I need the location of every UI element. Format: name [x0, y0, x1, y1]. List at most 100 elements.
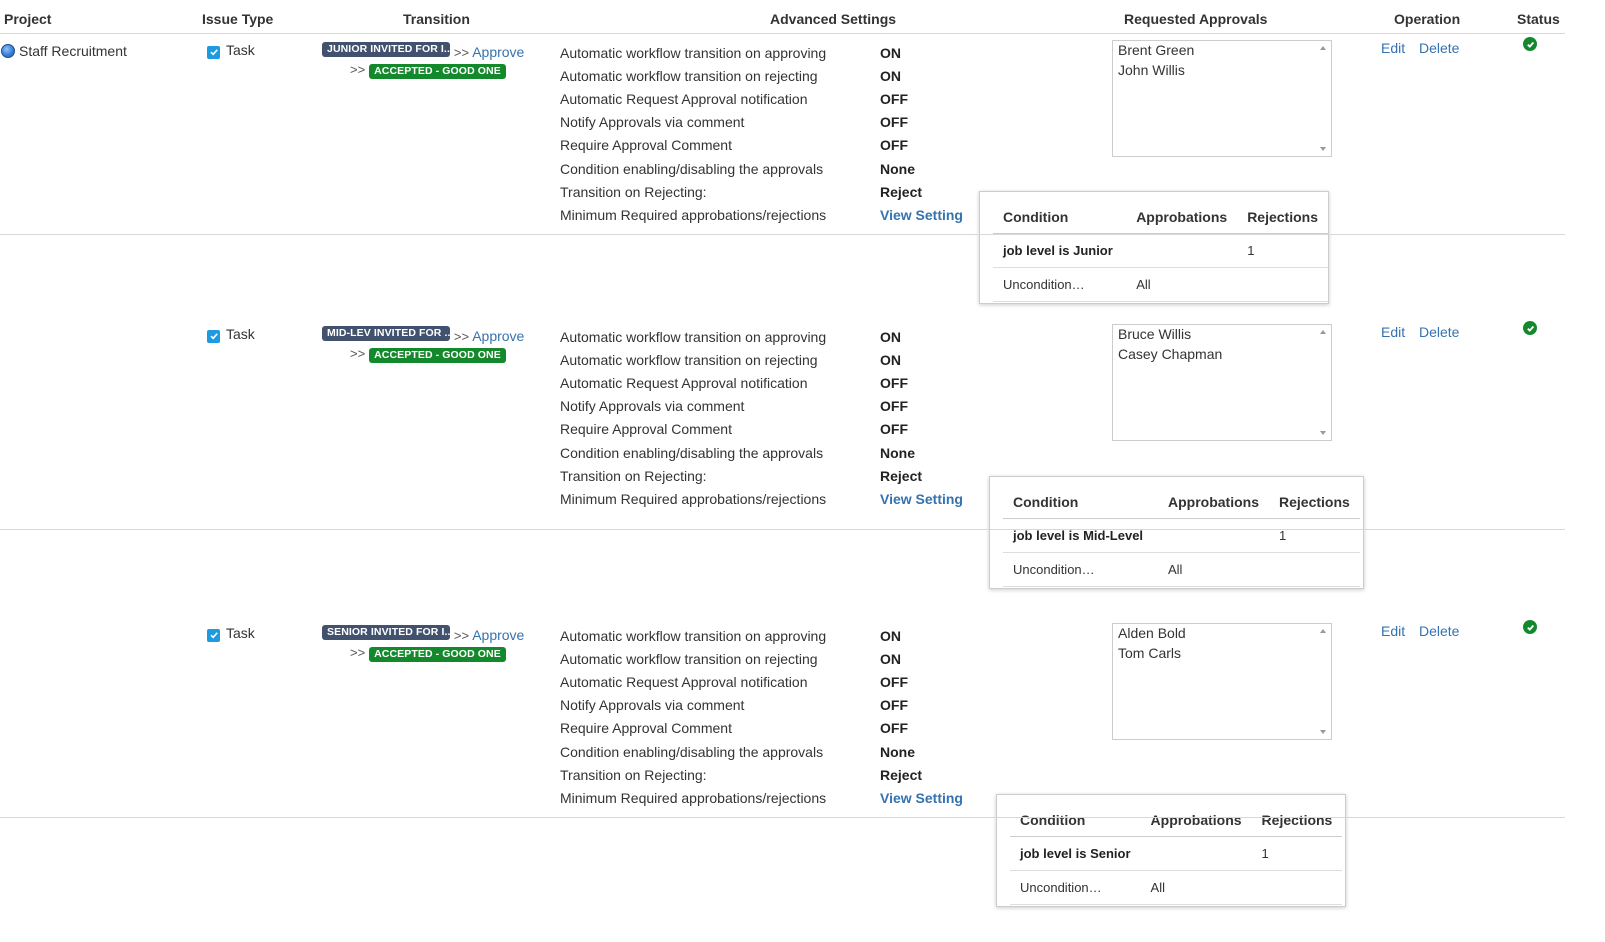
- table-header-row: Condition Approbations Rejections: [1003, 485, 1360, 519]
- scroll-down-icon[interactable]: [1320, 730, 1326, 734]
- setting-value: None: [880, 743, 915, 760]
- view-setting-link[interactable]: View Setting: [880, 204, 963, 227]
- task-icon: [207, 628, 220, 642]
- edit-link[interactable]: Edit: [1381, 324, 1405, 340]
- delete-link[interactable]: Delete: [1419, 40, 1459, 56]
- setting-value: ON: [880, 68, 901, 85]
- col-condition: Condition: [1003, 485, 1158, 519]
- listbox-scrollbar[interactable]: [1315, 624, 1331, 739]
- condition-cell: Uncondition…: [1010, 870, 1141, 905]
- rejections-cell: [1237, 267, 1328, 302]
- listbox-scrollbar[interactable]: [1315, 325, 1331, 440]
- setting-value: ON: [880, 45, 901, 61]
- setting-value: OFF: [880, 674, 908, 691]
- approvers-listbox[interactable]: Alden Bold Tom Carls: [1112, 623, 1332, 740]
- col-condition: Condition: [993, 200, 1127, 234]
- transition-arrow: >>: [453, 628, 470, 643]
- transition-approve-link[interactable]: Approve: [472, 627, 524, 643]
- setting-label: Notify Approvals via comment: [560, 398, 745, 415]
- transition-line-1: SENIOR INVITED FOR I... >> Approve: [322, 625, 524, 643]
- condition-cell: job level is Junior: [993, 233, 1127, 268]
- target-status-lozenge: ACCEPTED - GOOD ONE: [369, 647, 506, 662]
- approver-option[interactable]: Alden Bold: [1113, 624, 1331, 644]
- setting-value: OFF: [880, 375, 908, 392]
- scroll-up-icon[interactable]: [1320, 629, 1326, 633]
- setting-label: Require Approval Comment: [560, 421, 732, 438]
- setting-label: Automatic workflow transition on rejecti…: [560, 352, 818, 369]
- delete-link[interactable]: Delete: [1419, 623, 1459, 639]
- table-row: job level is Junior 1: [993, 233, 1328, 268]
- setting-label: Minimum Required approbations/rejections: [560, 789, 827, 806]
- setting-label: Automatic workflow transition on rejecti…: [560, 651, 818, 668]
- conditions-table: Condition Approbations Rejections job le…: [1010, 803, 1343, 905]
- view-setting-link[interactable]: View Setting: [880, 488, 963, 511]
- transition-approve-link[interactable]: Approve: [472, 44, 524, 60]
- approver-option[interactable]: Casey Chapman: [1113, 345, 1331, 365]
- scroll-up-icon[interactable]: [1320, 46, 1326, 50]
- approbations-cell: All: [1158, 552, 1269, 587]
- edit-link[interactable]: Edit: [1381, 623, 1405, 639]
- edit-link[interactable]: Edit: [1381, 40, 1405, 56]
- listbox-scrollbar[interactable]: [1315, 41, 1331, 156]
- rejections-cell: 1: [1269, 518, 1360, 553]
- header-divider: [0, 33, 1565, 34]
- setting-label: Require Approval Comment: [560, 137, 732, 154]
- setting-label: Condition enabling/disabling the approva…: [560, 160, 824, 177]
- row-divider: [0, 817, 1565, 818]
- setting-value: Reject: [880, 467, 923, 484]
- rejections-cell: [1251, 870, 1343, 905]
- issue-type-label: Task: [226, 326, 255, 342]
- setting-label: Minimum Required approbations/rejections: [560, 206, 827, 223]
- setting-value: OFF: [880, 398, 908, 415]
- transition-arrow: >>: [350, 62, 366, 77]
- transition-approve-link[interactable]: Approve: [472, 328, 524, 344]
- table-header-row: Condition Approbations Rejections: [993, 200, 1328, 234]
- table-row: Uncondition… All: [993, 267, 1328, 302]
- setting-label: Automatic Request Approval notification: [560, 375, 808, 392]
- table-row: Uncondition… All: [1010, 870, 1343, 905]
- table-row: job level is Mid-Level 1: [1003, 518, 1360, 553]
- setting-label: Transition on Rejecting:: [560, 766, 707, 783]
- header-operation: Operation: [1394, 11, 1461, 27]
- issue-type-cell: Task: [207, 42, 255, 59]
- header-issue-type: Issue Type: [202, 11, 274, 27]
- table-row: Uncondition… All: [1003, 552, 1360, 587]
- issue-type-label: Task: [226, 42, 255, 58]
- approver-option[interactable]: Tom Carls: [1113, 644, 1331, 664]
- setting-label: Automatic Request Approval notification: [560, 674, 808, 691]
- setting-label: Automatic Request Approval notification: [560, 91, 808, 108]
- task-icon: [207, 329, 220, 343]
- scroll-up-icon[interactable]: [1320, 330, 1326, 334]
- conditions-table: Condition Approbations Rejections job le…: [993, 200, 1328, 302]
- view-setting-link[interactable]: View Setting: [880, 787, 963, 810]
- transition-arrow: >>: [350, 346, 366, 361]
- status-ok-icon: [1523, 37, 1537, 51]
- setting-label: Notify Approvals via comment: [560, 697, 745, 714]
- transition-arrow: >>: [453, 45, 470, 60]
- view-setting-popup: Condition Approbations Rejections job le…: [996, 794, 1346, 907]
- source-status-lozenge: MID-LEV INVITED FOR ...: [322, 326, 450, 341]
- header-project: Project: [4, 11, 52, 27]
- setting-value: Reject: [880, 766, 923, 783]
- approbations-cell: All: [1126, 267, 1238, 302]
- scroll-down-icon[interactable]: [1320, 431, 1326, 435]
- setting-value: ON: [880, 628, 901, 644]
- col-rejections: Rejections: [1251, 803, 1343, 837]
- col-approbations: Approbations: [1158, 485, 1269, 519]
- approver-option[interactable]: John Willis: [1113, 61, 1331, 81]
- col-approbations: Approbations: [1126, 200, 1238, 234]
- delete-link[interactable]: Delete: [1419, 324, 1459, 340]
- approver-option[interactable]: Brent Green: [1113, 41, 1331, 61]
- row-divider: [0, 234, 1565, 235]
- setting-value: None: [880, 160, 915, 177]
- approvers-listbox[interactable]: Bruce Willis Casey Chapman: [1112, 324, 1332, 441]
- approver-option[interactable]: Bruce Willis: [1113, 325, 1331, 345]
- scroll-down-icon[interactable]: [1320, 147, 1326, 151]
- task-icon: [207, 45, 220, 59]
- approvers-listbox[interactable]: Brent Green John Willis: [1112, 40, 1332, 157]
- rejections-cell: [1269, 552, 1360, 587]
- project-name[interactable]: Staff Recruitment: [19, 43, 127, 59]
- view-setting-popup: Condition Approbations Rejections job le…: [989, 476, 1364, 589]
- target-status-lozenge: ACCEPTED - GOOD ONE: [369, 348, 506, 363]
- source-status-lozenge: SENIOR INVITED FOR I...: [322, 625, 450, 640]
